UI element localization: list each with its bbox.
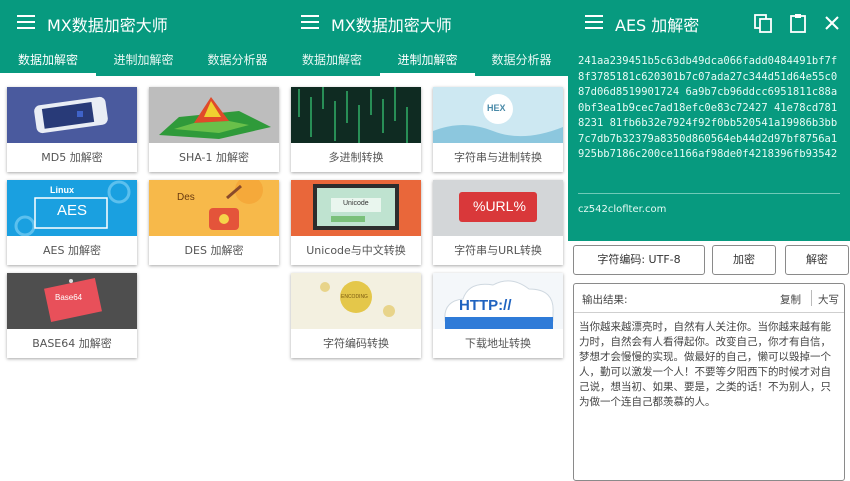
encoding-select-button[interactable]: 字符编码: UTF-8 [573, 245, 705, 275]
matrix-graphic [291, 87, 421, 143]
aes-screen: AES 加解密 241aa239451b5c63db49dca066fadd04… [568, 0, 850, 481]
result-header: 输出结果: 复制 大写 [574, 284, 844, 313]
encoding-thumb-text: ENCODING [341, 294, 368, 300]
menu-icon[interactable] [17, 15, 35, 29]
tab-data-analyzer[interactable]: 数据分析器 [191, 46, 284, 76]
app-title: AES 加解密 [615, 16, 700, 35]
card-md5[interactable]: MD5 加解密 [7, 87, 137, 172]
ciphertext-output[interactable]: 241aa239451b5c63db49dca066fadd0484491bf7… [578, 54, 843, 163]
url-thumb-text: %URL% [473, 198, 526, 214]
close-icon[interactable] [822, 13, 842, 33]
linux-badge: Linux [50, 185, 74, 195]
card-des[interactable]: Des DES 加解密 [149, 180, 279, 265]
card-aes[interactable]: Linux AES AES 加解密 [7, 180, 137, 265]
copy-icon[interactable] [753, 13, 773, 33]
des-thumb-text: Des [177, 192, 195, 203]
result-title: 输出结果: [582, 294, 628, 306]
result-panel: 输出结果: 复制 大写 当你越来越漂亮时，自然有人关注你。当你越来越有能力时，自… [573, 283, 845, 481]
hex-thumbnail: HEX [433, 87, 563, 143]
menu-icon[interactable] [585, 15, 603, 29]
screenshot-collage: MX数据加密大师 数据加解密 进制加解密 数据分析器 MD5 加解密 SHA-1… [0, 0, 850, 481]
card-label: 字符串与进制转换 [454, 151, 542, 164]
md5-thumbnail [7, 87, 137, 143]
unicode-thumbnail: Unicode [291, 180, 421, 236]
app-title: MX数据加密大师 [331, 16, 452, 35]
card-label: 字符编码转换 [323, 337, 389, 350]
aes-thumb-text: AES [57, 202, 88, 219]
card-label: Unicode与中文转换 [306, 244, 406, 257]
app-title: MX数据加密大师 [47, 16, 168, 35]
email-text: cz542cloflter.com [578, 204, 667, 215]
card-label: MD5 加解密 [41, 151, 103, 164]
encoding-graphic [291, 273, 421, 329]
http-thumbnail: HTTP:// [433, 273, 563, 329]
card-label: AES 加解密 [43, 244, 101, 257]
tab-data-crypto[interactable]: 数据加解密 [284, 46, 380, 76]
card-label: BASE64 加解密 [32, 337, 112, 350]
menu-icon[interactable] [301, 15, 319, 29]
des-thumbnail: Des [149, 180, 279, 236]
tab-bar: 数据加解密 进制加解密 数据分析器 [0, 46, 284, 76]
multi-radix-thumbnail [291, 87, 421, 143]
surface-plot-graphic [149, 87, 279, 143]
output-area: 241aa239451b5c63db49dca066fadd0484491bf7… [568, 46, 850, 241]
tab-indicator [380, 73, 475, 76]
tab-radix-crypto[interactable]: 进制加解密 [96, 46, 191, 76]
card-sha1[interactable]: SHA-1 加解密 [149, 87, 279, 172]
phone-graphic [7, 87, 137, 143]
result-text[interactable]: 当你越来越漂亮时，自然有人关注你。当你越来越有能力时，自然会有人看得起你。改变自… [579, 320, 837, 410]
tab-data-crypto[interactable]: 数据加解密 [0, 46, 96, 76]
url-thumbnail: %URL% [433, 180, 563, 236]
tab-indicator [0, 73, 96, 76]
app-bar: AES 加解密 [568, 0, 850, 46]
card-encoding[interactable]: ENCODING 字符编码转换 [291, 273, 421, 358]
card-download-url[interactable]: HTTP:// 下载地址转换 [433, 273, 563, 358]
card-multi-radix[interactable]: 多进制转换 [291, 87, 421, 172]
card-label: 字符串与URL转换 [454, 244, 542, 257]
card-label: SHA-1 加解密 [178, 151, 249, 164]
monitor-graphic [291, 180, 421, 236]
uppercase-button[interactable]: 大写 [818, 292, 839, 307]
card-label: DES 加解密 [184, 244, 244, 257]
des-graphic [149, 180, 279, 236]
paste-icon[interactable] [788, 13, 808, 33]
card-unicode[interactable]: Unicode Unicode与中文转换 [291, 180, 421, 265]
hex-thumb-text: HEX [487, 103, 506, 113]
card-string-radix[interactable]: HEX 字符串与进制转换 [433, 87, 563, 172]
hex-graphic [433, 87, 563, 143]
encrypt-button[interactable]: 加密 [712, 245, 776, 275]
radix-crypto-screen: MX数据加密大师 数据加解密 进制加解密 数据分析器 多进制转换 HEX 字符串… [284, 0, 568, 481]
tab-data-analyzer[interactable]: 数据分析器 [475, 46, 568, 76]
tab-radix-crypto[interactable]: 进制加解密 [380, 46, 475, 76]
aes-thumbnail: Linux AES [7, 180, 137, 236]
data-crypto-screen: MX数据加密大师 数据加解密 进制加解密 数据分析器 MD5 加解密 SHA-1… [0, 0, 284, 481]
http-thumb-text: HTTP:// [459, 297, 512, 314]
decrypt-button[interactable]: 解密 [785, 245, 849, 275]
card-url[interactable]: %URL% 字符串与URL转换 [433, 180, 563, 265]
card-base64[interactable]: Base64 BASE64 加解密 [7, 273, 137, 358]
sha1-thumbnail [149, 87, 279, 143]
unicode-thumb-text: Unicode [343, 200, 369, 207]
encoding-thumbnail: ENCODING [291, 273, 421, 329]
card-label: 多进制转换 [328, 151, 384, 164]
copy-result-button[interactable]: 复制 [780, 292, 801, 307]
app-bar: MX数据加密大师 [0, 0, 284, 46]
base64-thumbnail: Base64 [7, 273, 137, 329]
action-separator [811, 290, 812, 306]
tab-bar: 数据加解密 进制加解密 数据分析器 [284, 46, 568, 76]
base64-thumb-text: Base64 [55, 293, 83, 302]
divider [578, 193, 840, 194]
app-bar: MX数据加密大师 [284, 0, 568, 46]
card-label: 下载地址转换 [465, 337, 531, 350]
